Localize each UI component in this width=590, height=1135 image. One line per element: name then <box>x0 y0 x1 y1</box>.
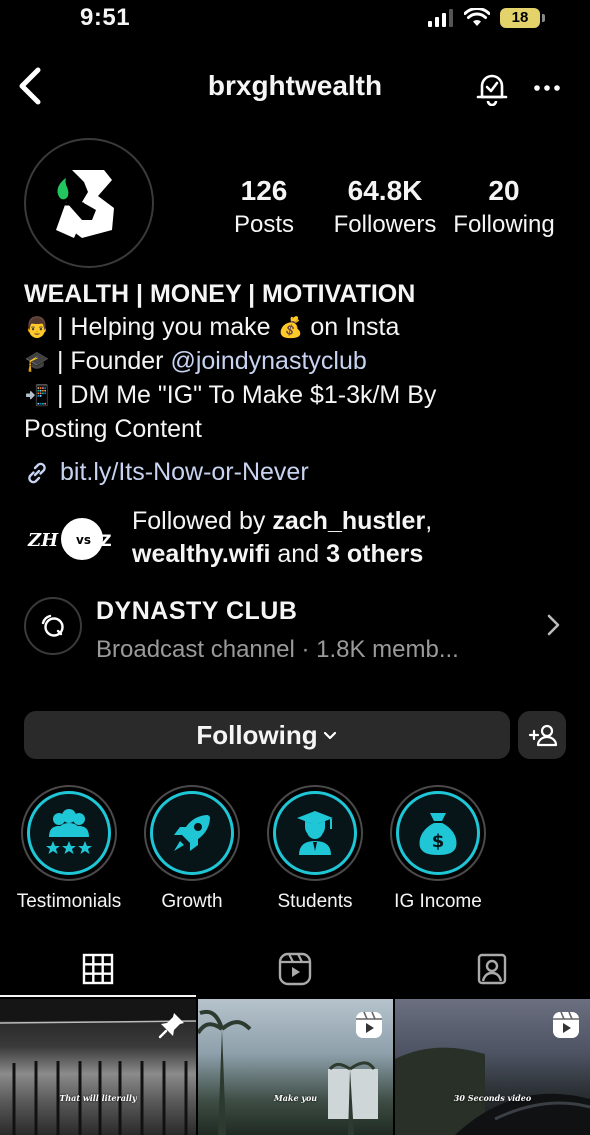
post-tile[interactable]: 30 Seconds video <box>395 999 590 1135</box>
post-tile[interactable]: That will literally <box>0 999 196 1135</box>
bio-title: WEALTH | MONEY | MOTIVATION <box>24 280 416 308</box>
highlight-testimonials[interactable]: Testimonials <box>14 785 124 913</box>
battery-indicator: 18 <box>500 8 545 28</box>
highlight-growth[interactable]: Growth <box>137 785 247 913</box>
bio-line-2-text: | Founder <box>50 347 171 375</box>
status-time: 9:51 <box>80 4 131 31</box>
link-icon <box>28 462 46 483</box>
link-text: bit.ly/Its-Now-or-Never <box>60 458 309 486</box>
highlight-label: IG Income <box>394 891 482 912</box>
profile-avatar[interactable] <box>24 138 154 268</box>
followed-by-others: 3 others <box>326 540 424 568</box>
post-tile[interactable]: Make you <box>198 999 393 1135</box>
svg-text:$: $ <box>432 831 445 852</box>
more-options-icon[interactable] <box>532 78 562 98</box>
bio-line-1: 👨 | Helping you make 💰 on Insta <box>24 311 584 345</box>
status-icons: 18 <box>428 8 545 28</box>
bio-line-1-text: | Helping you make <box>50 313 278 341</box>
reel-icon <box>356 1011 382 1038</box>
followed-by-avatars[interactable]: ZH vs Z <box>24 514 116 564</box>
following-button[interactable]: Following <box>24 711 510 759</box>
bio-line-4: Posting Content <box>24 415 202 443</box>
tab-tagged[interactable] <box>394 944 590 994</box>
brand-logo-icon <box>56 170 114 238</box>
phone-arrow-icon: 📲 <box>24 385 50 407</box>
active-tab-indicator <box>0 995 196 997</box>
username-text: brxghtwealth <box>207 70 383 101</box>
highlight-label: Growth <box>161 891 223 912</box>
post-caption: 30 Seconds video <box>453 1093 532 1103</box>
post-caption: That will literally <box>59 1093 137 1103</box>
stat-posts[interactable]: 126 Posts <box>214 175 314 239</box>
back-icon[interactable] <box>14 64 48 108</box>
highlight-ig-income[interactable]: $ IG Income <box>383 785 493 913</box>
suggested-users-button[interactable] <box>518 711 566 759</box>
graduate-icon <box>297 811 333 855</box>
bio-line-1-end: on Insta <box>303 313 400 341</box>
chevron-down-icon <box>323 731 336 740</box>
followed-by-and: and <box>270 540 327 568</box>
svg-text:Z: Z <box>100 531 112 550</box>
following-button-label: Following <box>196 719 318 750</box>
zh-logo-icon: ZH <box>27 530 59 551</box>
pin-icon <box>158 1013 184 1039</box>
reel-icon <box>553 1011 579 1038</box>
posts-label: Posts <box>233 211 295 238</box>
bio-line-3: 📲 | DM Me "IG" To Make $1-3k/M By <box>24 379 584 413</box>
reels-icon <box>278 952 312 986</box>
stat-followers[interactable]: 64.8K Followers <box>326 175 444 239</box>
post-caption: Make you <box>273 1093 318 1103</box>
highlight-label: Students <box>277 891 353 912</box>
money-bag-emoji-icon: 💰 <box>278 317 303 339</box>
signal-icon <box>428 9 453 27</box>
following-label: Following <box>453 211 555 238</box>
channel-subtitle: Broadcast channel · 1.8K memb... <box>96 636 459 663</box>
followed-by-user-2: wealthy.wifi <box>132 540 271 568</box>
users-stars-icon <box>46 809 92 854</box>
channel-name[interactable]: DYNASTY CLUB <box>96 597 297 626</box>
graduation-cap-icon: 🎓 <box>24 351 50 373</box>
laptop-person-icon: 👨 <box>24 317 50 339</box>
svg-text:vs: vs <box>76 533 91 547</box>
followed-by-comma: , <box>425 507 433 535</box>
highlight-students[interactable]: Students <box>260 785 370 913</box>
chevron-right-icon[interactable] <box>542 612 564 638</box>
followed-by-prefix: Followed by <box>132 507 273 535</box>
posts-count: 126 <box>240 175 288 206</box>
followed-by-user-1: zach_hustler <box>272 507 426 535</box>
channel-avatar[interactable] <box>24 597 82 655</box>
bio-line-3-text: | DM Me "IG" To Make $1-3k/M By <box>50 381 437 409</box>
followers-count: 64.8K <box>347 175 423 206</box>
tagged-icon <box>477 953 507 985</box>
tab-reels[interactable] <box>197 944 393 994</box>
wifi-icon <box>464 8 490 26</box>
followed-by-text[interactable]: Followed by zach_hustler, wealthy.wifi a… <box>132 505 432 571</box>
add-user-icon <box>528 724 558 747</box>
money-bag-icon: $ <box>419 813 457 855</box>
profile-bio: WEALTH | MONEY | MOTIVATION 👨 | Helping … <box>24 278 584 446</box>
highlight-label: Testimonials <box>16 891 122 912</box>
tab-posts-grid[interactable] <box>0 944 196 994</box>
grid-icon <box>82 953 114 985</box>
bio-mention-link[interactable]: @joindynastyclub <box>170 347 366 375</box>
bio-line-2: 🎓 | Founder @joindynastyclub <box>24 345 584 379</box>
followers-label: Followers <box>333 211 437 238</box>
notification-bell-icon[interactable] <box>474 70 510 106</box>
following-count: 20 <box>488 175 520 206</box>
rocket-icon <box>174 815 210 851</box>
profile-link[interactable]: bit.ly/Its-Now-or-Never <box>24 458 309 487</box>
broadcast-channel-icon <box>41 614 64 637</box>
stat-following[interactable]: 20 Following <box>448 175 560 239</box>
